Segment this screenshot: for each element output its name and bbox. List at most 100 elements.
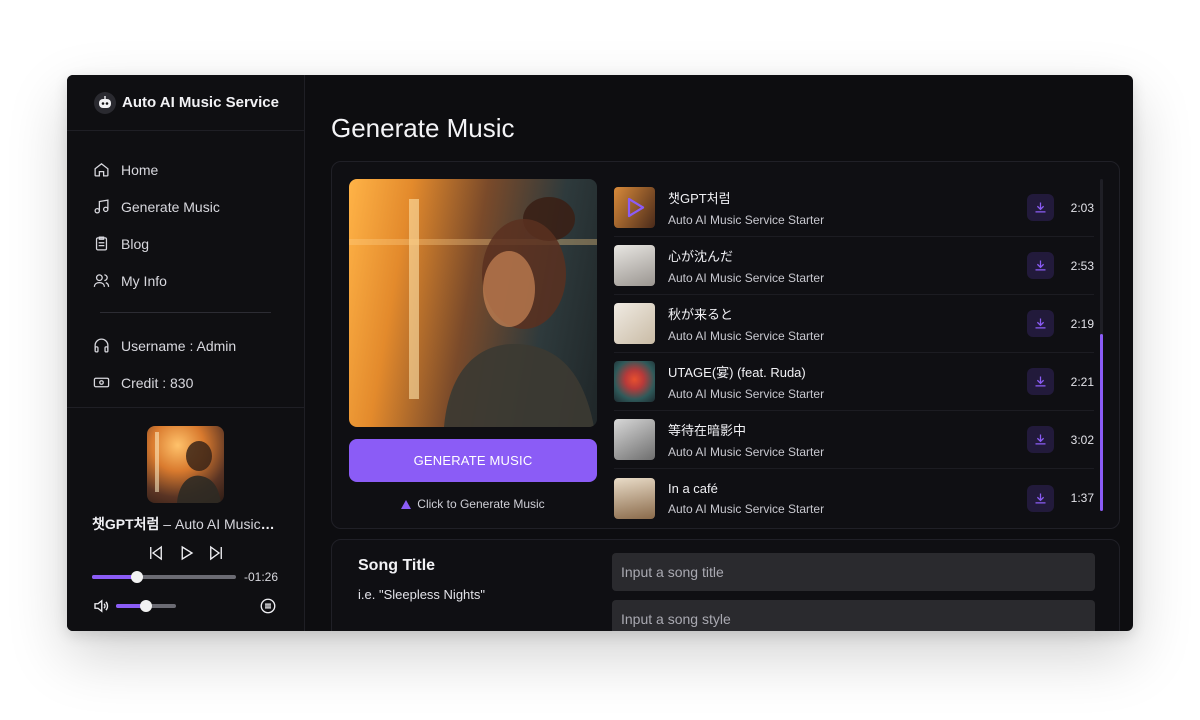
download-button[interactable] — [1027, 484, 1054, 512]
progress-slider[interactable] — [92, 571, 236, 583]
download-icon — [1035, 318, 1046, 329]
progress-thumb[interactable] — [131, 571, 143, 583]
player-controls — [92, 544, 279, 562]
track-duration: 2:03 — [1070, 200, 1094, 215]
generate-music-button[interactable]: GENERATE MUSIC — [349, 439, 597, 482]
track-thumbnail[interactable] — [614, 419, 655, 460]
download-button[interactable] — [1027, 426, 1054, 453]
track-row[interactable]: 等待在暗影中 Auto AI Music Service Starter 3:02 — [614, 411, 1094, 469]
main-nav: Home Generate Music Blog My Info — [67, 131, 304, 299]
app-window: Auto AI Music Service Home Generate Musi… — [67, 75, 1133, 631]
skip-next-icon[interactable] — [207, 544, 225, 562]
download-icon — [1035, 202, 1046, 213]
track-duration: 2:53 — [1070, 258, 1094, 273]
nav-item-label: Blog — [121, 235, 150, 252]
song-style-input[interactable] — [612, 600, 1095, 631]
track-list-scrollbar[interactable] — [1100, 179, 1103, 511]
track-thumbnail[interactable] — [614, 303, 655, 344]
nav-item-my-info[interactable]: My Info — [67, 262, 304, 299]
progress-row: -01:26 — [92, 570, 279, 584]
track-artist: Auto AI Music Service Starter — [668, 501, 825, 516]
skip-previous-icon[interactable] — [147, 544, 165, 562]
song-title-example: i.e. "Sleepless Nights" — [358, 587, 486, 602]
download-button[interactable] — [1027, 310, 1054, 337]
track-row[interactable]: 秋が来ると Auto AI Music Service Starter 2:19 — [614, 295, 1094, 353]
nav-item-generate-music[interactable]: Generate Music — [67, 188, 304, 225]
track-name: UTAGE(宴) (feat. Ruda) — [668, 365, 806, 380]
page-title: Generate Music — [331, 113, 515, 143]
generate-hint: Click to Generate Music — [349, 497, 597, 511]
track-row[interactable]: 챗GPT처럼 Auto AI Music Service Starter 2:03 — [614, 179, 1094, 237]
track-row[interactable]: UTAGE(宴) (feat. Ruda) Auto AI Music Servi… — [614, 353, 1094, 411]
remaining-time: -01:26 — [244, 570, 279, 584]
track-name: 等待在暗影中 — [668, 423, 747, 438]
nav-item-label: Home — [121, 161, 159, 178]
brand[interactable]: Auto AI Music Service — [67, 75, 304, 131]
play-icon[interactable] — [177, 544, 195, 562]
cash-icon — [93, 377, 110, 388]
volume-slider[interactable] — [116, 600, 176, 612]
track-thumbnail[interactable] — [614, 187, 655, 228]
queue-list-icon[interactable] — [259, 597, 277, 615]
track-duration: 2:19 — [1070, 316, 1094, 331]
nav-item-label: Generate Music — [121, 198, 220, 215]
music-note-icon — [94, 199, 109, 214]
download-icon — [1035, 493, 1046, 503]
sidebar: Auto AI Music Service Home Generate Musi… — [67, 75, 305, 631]
download-button[interactable] — [1027, 368, 1054, 395]
volume-icon[interactable] — [92, 597, 110, 615]
clipboard-icon — [95, 236, 108, 251]
track-row[interactable]: In a café Auto AI Music Service Starter 1… — [614, 469, 1094, 527]
download-button[interactable] — [1027, 252, 1054, 279]
play-icon[interactable] — [614, 187, 655, 228]
track-duration: 3:02 — [1070, 432, 1094, 447]
track-duration: 2:21 — [1070, 374, 1094, 389]
download-button[interactable] — [1027, 194, 1054, 221]
download-icon — [1035, 260, 1046, 271]
track-artist: Auto AI Music Service Starter — [668, 445, 825, 459]
robot-logo-icon — [94, 91, 116, 114]
main-content: Generate Music GENERATE MUSIC Click to G… — [305, 75, 1133, 631]
generate-card: GENERATE MUSIC Click to Generate Music 챗… — [331, 161, 1120, 529]
player-title-main: 챗GPT처럼 — [92, 516, 160, 532]
credit-info: Credit : 830 — [67, 364, 304, 401]
track-artist: Auto AI Music Service Starter — [668, 271, 825, 285]
nav-item-home[interactable]: Home — [67, 151, 304, 188]
track-row[interactable]: 心が沈んだ Auto AI Music Service Starter 2:53 — [614, 237, 1094, 295]
track-name: 챗GPT처럼 — [668, 191, 731, 206]
nav-item-blog[interactable]: Blog — [67, 225, 304, 262]
track-thumbnail[interactable] — [614, 245, 655, 286]
song-title-input[interactable] — [612, 553, 1095, 591]
download-icon — [1035, 434, 1046, 445]
track-thumbnail[interactable] — [614, 361, 655, 402]
generate-hint-text: Click to Generate Music — [417, 497, 545, 511]
track-thumbnail[interactable] — [614, 477, 655, 519]
headphones-icon — [94, 338, 109, 353]
nav-item-label: My Info — [121, 272, 167, 289]
track-name: 心が沈んだ — [668, 249, 734, 264]
player-track-title: 챗GPT처럼 – Auto AI Music Service Starter — [92, 514, 278, 534]
arrow-up-icon — [401, 500, 412, 509]
credit-text: Credit : 830 — [121, 374, 194, 391]
track-name: In a café — [668, 480, 718, 496]
player-title-sub: – Auto AI Music Service Starter — [163, 516, 278, 532]
track-artist: Auto AI Music Service Starter — [668, 213, 825, 227]
track-artist: Auto AI Music Service Starter — [668, 387, 825, 401]
hero-cover-image — [349, 179, 597, 427]
track-artist: Auto AI Music Service Starter — [668, 329, 825, 343]
track-list: 챗GPT처럼 Auto AI Music Service Starter 2:03… — [614, 179, 1094, 519]
track-name: 秋が来ると — [668, 307, 734, 322]
volume-thumb[interactable] — [140, 600, 152, 612]
sidebar-divider — [100, 312, 271, 313]
song-title-label: Song Title — [358, 557, 436, 574]
track-duration: 1:37 — [1070, 491, 1094, 505]
song-form-card: Song Title i.e. "Sleepless Nights" — [331, 539, 1120, 631]
volume-row — [92, 597, 279, 615]
download-icon — [1035, 376, 1046, 387]
app-title: Auto AI Music Service — [122, 94, 279, 111]
username-text: Username : Admin — [121, 337, 237, 354]
mini-player: 챗GPT처럼 – Auto AI Music Service Starter -… — [67, 407, 304, 631]
scrollbar-thumb[interactable] — [1100, 334, 1103, 511]
username-info: Username : Admin — [67, 327, 304, 364]
player-cover-image — [147, 426, 224, 503]
